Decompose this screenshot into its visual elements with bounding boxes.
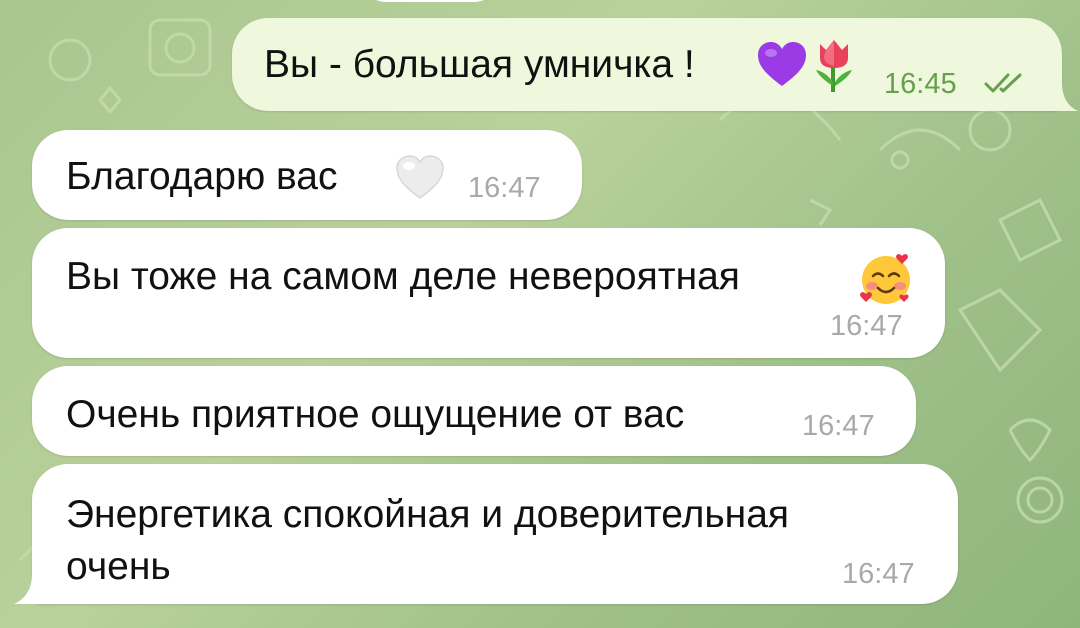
tulip-icon bbox=[812, 36, 856, 99]
outgoing-bubble-tail bbox=[1054, 82, 1078, 111]
message-time: 16:47 bbox=[830, 310, 903, 342]
previous-message-edge bbox=[360, 0, 500, 2]
smiling-face-with-hearts-icon bbox=[858, 252, 914, 313]
message-text-line-2: очень bbox=[66, 545, 171, 588]
incoming-bubble-tail bbox=[14, 574, 40, 604]
read-double-check-icon bbox=[984, 72, 1028, 99]
message-text: Очень приятное ощущение от вас bbox=[66, 393, 685, 436]
incoming-message-bubble[interactable]: Благодарю вас 16:47 bbox=[32, 130, 582, 220]
message-text-line-1: Энергетика спокойная и доверительная bbox=[66, 493, 790, 536]
incoming-message-bubble[interactable]: Очень приятное ощущение от вас 16:47 bbox=[32, 366, 916, 456]
message-time: 16:47 bbox=[468, 172, 541, 204]
message-text: Благодарю вас bbox=[66, 155, 338, 198]
incoming-message-bubble[interactable]: Энергетика спокойная и доверительная оче… bbox=[32, 464, 958, 604]
white-heart-icon bbox=[395, 154, 445, 205]
message-time: 16:47 bbox=[842, 558, 915, 590]
message-time: 16:47 bbox=[802, 410, 875, 442]
outgoing-message-bubble[interactable]: Вы - большая умничка ! 16:45 bbox=[232, 18, 1062, 111]
message-text: Вы тоже на самом деле невероятная bbox=[66, 255, 740, 298]
message-time: 16:45 bbox=[884, 68, 957, 100]
purple-heart-icon bbox=[756, 40, 808, 93]
incoming-message-bubble[interactable]: Вы тоже на самом деле невероятная 16:47 bbox=[32, 228, 945, 358]
message-text: Вы - большая умничка ! bbox=[264, 43, 695, 86]
